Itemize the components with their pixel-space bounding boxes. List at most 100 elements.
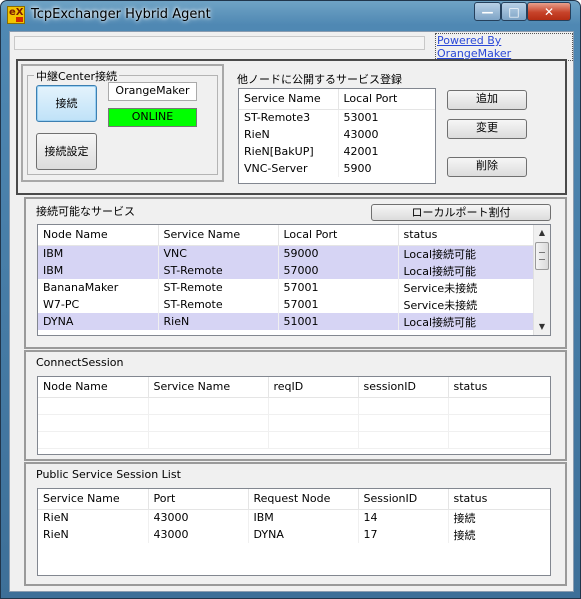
column-header[interactable]: Service Name [38, 489, 149, 510]
vertical-scrollbar[interactable]: ▲ ▼ [533, 225, 550, 335]
cell: IBM [248, 509, 359, 526]
top-panel: 中継Center接続 接続 OrangeMaker ONLINE 接続設定 他ノ… [16, 59, 567, 195]
minimize-button[interactable]: — [474, 2, 501, 21]
table-row[interactable]: DYNA RieN 51001 Local接続可能 [38, 313, 535, 330]
cell: 57000 [278, 262, 399, 279]
powered-by-link[interactable]: Powered By OrangeMaker [435, 33, 573, 61]
edit-service-button[interactable]: 変更 [447, 119, 527, 139]
connect-session-title: ConnectSession [36, 356, 124, 369]
cell: Local接続可能 [398, 262, 535, 279]
table-row[interactable]: RieN[BakUP] 42001 [239, 143, 435, 160]
column-header[interactable]: SessionID [358, 489, 449, 510]
minimize-icon: — [481, 5, 494, 19]
add-service-button[interactable]: 追加 [447, 90, 527, 110]
table-row[interactable]: BananaMaker ST-Remote 57001 Service未接続 [38, 279, 535, 296]
table-row[interactable]: IBM VNC 59000 Local接続可能 [38, 245, 535, 262]
available-services-title: 接続可能なサービス [36, 205, 135, 218]
cell: 51001 [278, 313, 399, 330]
cell: VNC-Server [239, 160, 339, 177]
available-services-panel: 接続可能なサービス ローカルポート割付 Node Name Service Na… [24, 197, 567, 349]
table-row [38, 431, 550, 449]
cell: IBM [38, 245, 159, 262]
column-header[interactable]: Service Name [239, 89, 339, 110]
cell: ST-Remote [158, 279, 279, 296]
cell: RieN [239, 126, 339, 143]
table-row [38, 397, 550, 415]
cell: RieN[BakUP] [239, 143, 339, 160]
table-row[interactable]: ST-Remote3 53001 [239, 109, 435, 126]
public-sessions-list[interactable]: Service Name Port Request Node SessionID… [37, 488, 551, 576]
cell: Service未接続 [398, 296, 535, 313]
maximize-icon: □ [508, 5, 520, 19]
cell: VNC [158, 245, 279, 262]
column-header[interactable]: Node Name [38, 225, 159, 246]
available-services-list[interactable]: Node Name Service Name Local Port status… [37, 224, 551, 336]
public-sessions-title: Public Service Session List [36, 468, 181, 481]
cell: 43000 [148, 526, 249, 543]
column-header[interactable]: reqID [268, 377, 359, 398]
cell: 59000 [278, 245, 399, 262]
publish-services-title: 他ノードに公開するサービス登録 [237, 73, 402, 86]
scroll-thumb[interactable] [535, 242, 549, 270]
app-window: eX TcpExchanger Hybrid Agent — □ ✕ Power… [0, 0, 581, 599]
server-name-field[interactable]: OrangeMaker [108, 82, 197, 101]
cell: 42001 [338, 143, 435, 160]
maximize-button[interactable]: □ [501, 2, 527, 21]
cell: DYNA [248, 526, 359, 543]
column-header[interactable]: Node Name [38, 377, 149, 398]
cell: 5900 [338, 160, 435, 177]
cell: 43000 [148, 509, 249, 526]
column-header[interactable]: status [448, 489, 550, 510]
cell: IBM [38, 262, 159, 279]
column-header[interactable]: status [398, 225, 535, 246]
cell: RieN [158, 313, 279, 330]
scroll-down-icon[interactable]: ▼ [534, 319, 550, 335]
table-row[interactable]: RieN 43000 [239, 126, 435, 143]
cell: 接続 [448, 526, 550, 543]
assign-local-port-button[interactable]: ローカルポート割付 [371, 204, 551, 221]
relay-center-panel: 中継Center接続 接続 OrangeMaker ONLINE 接続設定 [21, 64, 224, 182]
cell: BananaMaker [38, 279, 159, 296]
table-row[interactable]: RieN 43000 DYNA 17 接続 [38, 526, 550, 543]
cell: 43000 [338, 126, 435, 143]
cell: 57001 [278, 296, 399, 313]
column-header[interactable]: Local Port [278, 225, 399, 246]
connect-button[interactable]: 接続 [36, 85, 97, 122]
column-header[interactable]: Port [148, 489, 249, 510]
table-row [38, 414, 550, 432]
cell: ST-Remote [158, 262, 279, 279]
connection-status-indicator: ONLINE [108, 108, 197, 127]
window-title: TcpExchanger Hybrid Agent [31, 7, 211, 22]
cell: 17 [358, 526, 449, 543]
scroll-up-icon[interactable]: ▲ [534, 225, 550, 241]
cell: Local接続可能 [398, 313, 535, 330]
cell: Service未接続 [398, 279, 535, 296]
title-bar[interactable]: eX TcpExchanger Hybrid Agent — □ ✕ [1, 1, 580, 31]
app-logo-icon: eX [7, 6, 25, 24]
cell: 接続 [448, 509, 550, 526]
column-header[interactable]: sessionID [358, 377, 449, 398]
close-button[interactable]: ✕ [527, 2, 571, 21]
public-sessions-panel: Public Service Session List Service Name… [24, 462, 567, 586]
cell: ST-Remote3 [239, 109, 339, 126]
cell: DYNA [38, 313, 159, 330]
table-row[interactable]: W7-PC ST-Remote 57001 Service未接続 [38, 296, 535, 313]
table-row[interactable]: VNC-Server 5900 [239, 160, 435, 177]
publish-services-list[interactable]: Service Name Local Port ST-Remote3 53001… [238, 88, 436, 184]
close-icon: ✕ [543, 5, 555, 19]
column-header[interactable]: Service Name [158, 225, 279, 246]
client-area: Powered By OrangeMaker 中継Center接続 接続 Ora… [9, 31, 574, 592]
column-header[interactable]: Request Node [248, 489, 359, 510]
address-bar [14, 36, 425, 50]
column-header[interactable]: Local Port [338, 89, 435, 110]
table-row[interactable]: IBM ST-Remote 57000 Local接続可能 [38, 262, 535, 279]
column-header[interactable]: Service Name [148, 377, 269, 398]
table-row[interactable]: RieN 43000 IBM 14 接続 [38, 509, 550, 526]
cell: W7-PC [38, 296, 159, 313]
delete-service-button[interactable]: 削除 [447, 157, 527, 177]
connection-settings-button[interactable]: 接続設定 [36, 133, 97, 170]
relay-center-legend: 中継Center接続 [34, 68, 120, 84]
connect-session-list[interactable]: Node Name Service Name reqID sessionID s… [37, 376, 551, 455]
connect-session-panel: ConnectSession Node Name Service Name re… [24, 350, 567, 461]
column-header[interactable]: status [448, 377, 550, 398]
